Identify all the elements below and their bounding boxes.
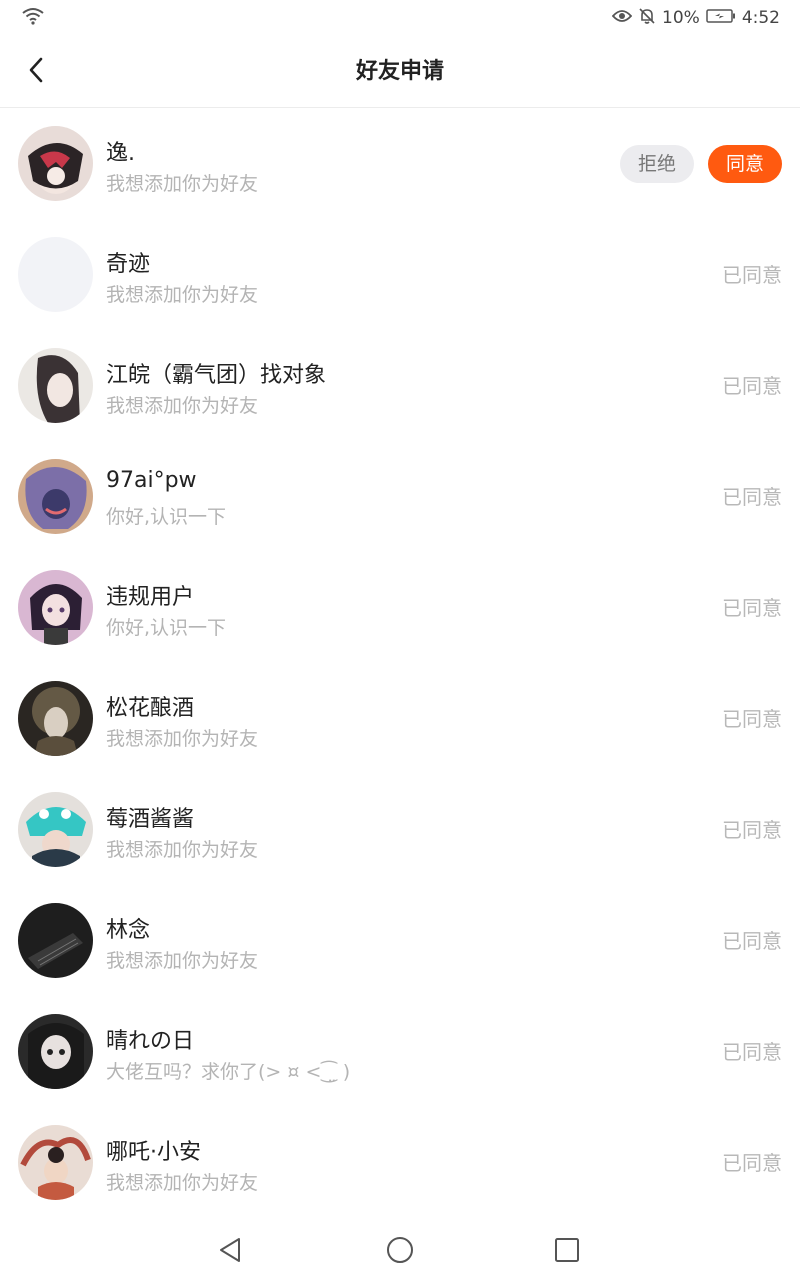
- accept-button[interactable]: 同意: [708, 145, 782, 183]
- requester-name: 奇迹: [106, 252, 151, 277]
- request-message: 我想添加你为好友: [106, 173, 259, 195]
- avatar[interactable]: [18, 792, 93, 867]
- battery-percent: 10%: [662, 8, 700, 28]
- nav-home-button[interactable]: [378, 1230, 422, 1274]
- accepted-status: 已同意: [722, 818, 782, 842]
- avatar[interactable]: [18, 1014, 93, 1089]
- accepted-status: 已同意: [722, 1151, 782, 1175]
- request-message: 我想添加你为好友: [106, 728, 259, 750]
- system-nav-bar: [0, 1222, 800, 1280]
- friend-request-row: 97ai°pw 你好,认识一下 已同意: [0, 441, 800, 552]
- accepted-status: 已同意: [722, 707, 782, 731]
- friend-request-row: 林念 我想添加你为好友 已同意: [0, 885, 800, 996]
- home-circle-icon: [386, 1236, 414, 1268]
- nav-recents-button[interactable]: [545, 1230, 589, 1274]
- wifi-icon: [22, 7, 44, 30]
- accepted-status: 已同意: [722, 596, 782, 620]
- requester-name: 林念: [106, 918, 151, 943]
- page-title: 好友申请: [355, 59, 444, 84]
- eye-icon: [611, 8, 633, 28]
- bell-off-icon: [638, 7, 656, 30]
- request-message: 大佬互吗？求你了(> ¤ <⁐̤ ): [106, 1061, 351, 1083]
- recents-square-icon: [554, 1237, 580, 1267]
- status-right: 10% 4:52: [611, 7, 780, 30]
- avatar[interactable]: [18, 903, 93, 978]
- request-message: 我想添加你为好友: [106, 1172, 259, 1194]
- request-message: 你好,认识一下: [106, 506, 227, 528]
- avatar[interactable]: [18, 570, 93, 645]
- requester-name: 松花酿酒: [106, 696, 195, 721]
- request-message: 我想添加你为好友: [106, 839, 259, 861]
- avatar[interactable]: [18, 348, 93, 423]
- requester-name: 江皖（霸气团）找对象: [106, 363, 327, 388]
- friend-request-row: 莓酒酱酱 我想添加你为好友 已同意: [0, 774, 800, 885]
- requester-name: 莓酒酱酱: [106, 807, 195, 832]
- friend-request-row: 江皖（霸气团）找对象 我想添加你为好友 已同意: [0, 330, 800, 441]
- clock-time: 4:52: [741, 8, 780, 28]
- friend-request-row: 晴れの日 大佬互吗？求你了(> ¤ <⁐̤ ) 已同意: [0, 996, 800, 1107]
- requester-name: 违规用户: [106, 585, 195, 610]
- friend-request-list: 逸. 我想添加你为好友 拒绝 同意 奇迹 我想添加你为好友 已同意 江皖（霸气团…: [0, 108, 800, 1218]
- accepted-status: 已同意: [722, 485, 782, 509]
- friend-request-row: 奇迹 我想添加你为好友 已同意: [0, 219, 800, 330]
- back-triangle-icon: [217, 1236, 243, 1268]
- friend-request-row: 违规用户 你好,认识一下 已同意: [0, 552, 800, 663]
- page-header: 好友申请: [0, 36, 800, 108]
- reject-button[interactable]: 拒绝: [620, 145, 694, 183]
- requester-name: 逸.: [106, 141, 135, 166]
- avatar[interactable]: [18, 681, 93, 756]
- battery-icon: [706, 8, 736, 29]
- accepted-status: 已同意: [722, 263, 782, 287]
- request-message: 我想添加你为好友: [106, 284, 259, 306]
- friend-request-row: 逸. 我想添加你为好友 拒绝 同意: [0, 108, 800, 219]
- status-bar: 10% 4:52: [0, 0, 800, 36]
- requester-name: 哪吒·小安: [106, 1140, 201, 1165]
- accepted-status: 已同意: [722, 929, 782, 953]
- requester-name: 晴れの日: [106, 1029, 195, 1054]
- request-message: 我想添加你为好友: [106, 950, 259, 972]
- accepted-status: 已同意: [722, 374, 782, 398]
- request-message: 你好,认识一下: [106, 617, 227, 639]
- avatar[interactable]: [18, 126, 93, 201]
- accepted-status: 已同意: [722, 1040, 782, 1064]
- request-message: 我想添加你为好友: [106, 395, 259, 417]
- requester-name: 97ai°pw: [106, 468, 197, 493]
- nav-back-button[interactable]: [208, 1230, 252, 1274]
- avatar[interactable]: [18, 237, 93, 312]
- status-left: [22, 7, 44, 30]
- avatar[interactable]: [18, 1125, 93, 1200]
- friend-request-row: 松花酿酒 我想添加你为好友 已同意: [0, 663, 800, 774]
- friend-request-row: 哪吒·小安 我想添加你为好友 已同意: [0, 1107, 800, 1218]
- avatar[interactable]: [18, 459, 93, 534]
